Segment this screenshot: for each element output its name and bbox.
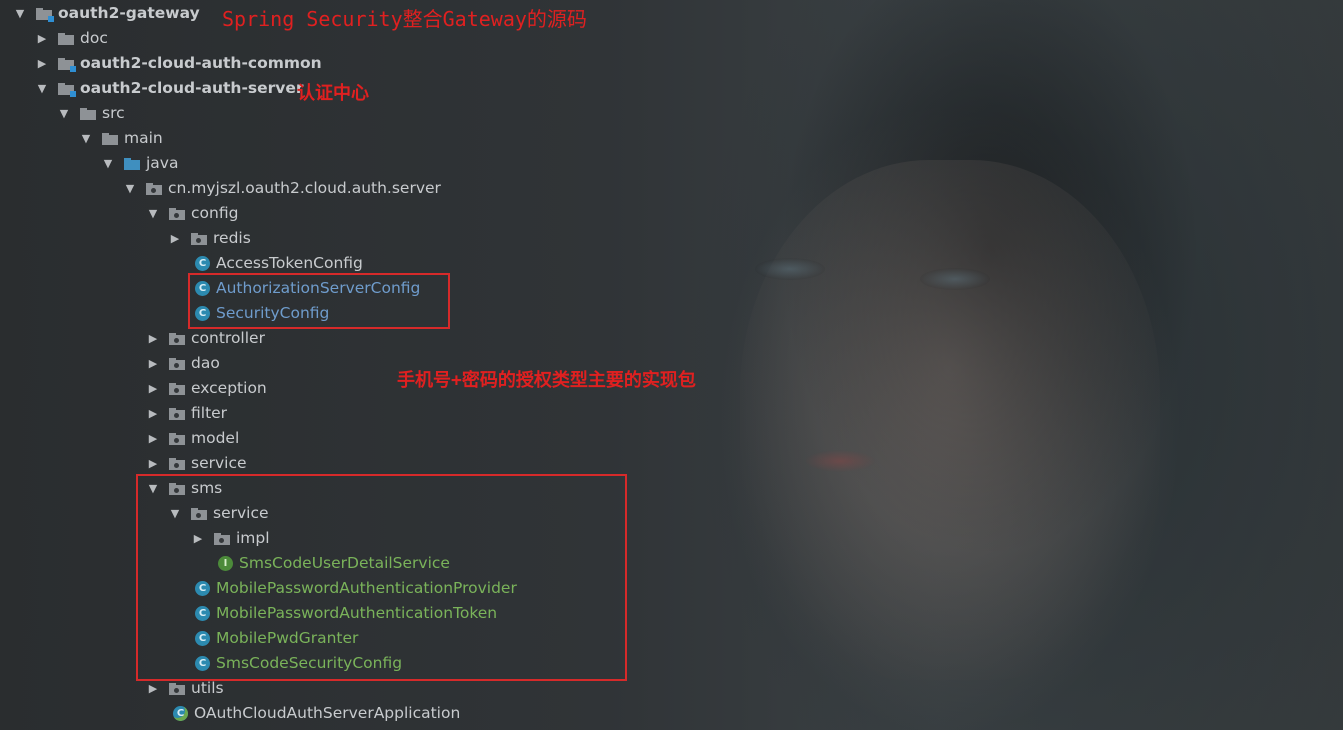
tree-node-auth-common[interactable]: ▶ oauth2-cloud-auth-common: [34, 51, 322, 76]
collapsed-arrow-icon[interactable]: ▶: [145, 451, 161, 476]
tree-node-auth-server[interactable]: ▼ oauth2-cloud-auth-server: [34, 76, 304, 101]
folder-icon: [102, 133, 118, 145]
tree-node-package[interactable]: ▼ cn.myjszl.oauth2.cloud.auth.server: [122, 176, 441, 201]
package-icon: [169, 333, 185, 345]
expanded-arrow-icon[interactable]: ▼: [122, 176, 138, 201]
folder-icon: [58, 33, 74, 45]
tree-node-redis[interactable]: ▶ redis: [167, 226, 251, 251]
tree-node-oauth2-gateway[interactable]: ▼ oauth2-gateway: [12, 1, 200, 26]
collapsed-arrow-icon[interactable]: ▶: [167, 226, 183, 251]
collapsed-arrow-icon[interactable]: ▶: [34, 51, 50, 76]
tree-node-label: oauth2-cloud-auth-common: [80, 54, 322, 72]
tree-node-label: java: [146, 154, 179, 172]
collapsed-arrow-icon[interactable]: ▶: [145, 426, 161, 451]
collapsed-arrow-icon[interactable]: ▶: [145, 401, 161, 426]
tree-node-label: config: [191, 204, 239, 222]
tree-node-filter[interactable]: ▶ filter: [145, 401, 227, 426]
tree-node-application[interactable]: C OAuthCloudAuthServerApplication: [173, 701, 460, 726]
tree-node-label: cn.myjszl.oauth2.cloud.auth.server: [168, 179, 441, 197]
package-icon: [169, 408, 185, 420]
tree-node-label: doc: [80, 29, 108, 47]
annotation-title: Spring Security整合Gateway的源码: [222, 7, 587, 31]
tree-node-dao[interactable]: ▶ dao: [145, 351, 220, 376]
tree-node-exception[interactable]: ▶ exception: [145, 376, 267, 401]
tree-node-label: oauth2-cloud-auth-server: [80, 79, 304, 97]
tree-node-label: dao: [191, 354, 220, 372]
collapsed-arrow-icon[interactable]: ▶: [145, 376, 161, 401]
collapsed-arrow-icon[interactable]: ▶: [145, 326, 161, 351]
tree-node-service[interactable]: ▶ service: [145, 451, 247, 476]
expanded-arrow-icon[interactable]: ▼: [145, 201, 161, 226]
tree-node-label: src: [102, 104, 125, 122]
source-folder-icon: [124, 158, 140, 170]
expanded-arrow-icon[interactable]: ▼: [100, 151, 116, 176]
tree-node-label: controller: [191, 329, 265, 347]
tree-node-label: model: [191, 429, 240, 447]
tree-node-label: redis: [213, 229, 251, 247]
tree-node-java[interactable]: ▼ java: [100, 151, 179, 176]
tree-node-label: OAuthCloudAuthServerApplication: [194, 704, 461, 722]
package-icon: [169, 683, 185, 695]
expanded-arrow-icon[interactable]: ▼: [56, 101, 72, 126]
module-folder-icon: [36, 8, 54, 22]
tree-node-doc[interactable]: ▶ doc: [34, 26, 108, 51]
folder-icon: [80, 108, 96, 120]
highlight-box-config: [188, 273, 450, 329]
package-icon: [191, 233, 207, 245]
package-icon: [169, 208, 185, 220]
spring-boot-app-icon: C: [173, 706, 188, 721]
tree-node-main[interactable]: ▼ main: [78, 126, 163, 151]
module-folder-icon: [58, 83, 76, 97]
highlight-box-sms: [136, 474, 627, 681]
expanded-arrow-icon[interactable]: ▼: [78, 126, 94, 151]
package-icon: [169, 433, 185, 445]
collapsed-arrow-icon[interactable]: ▶: [34, 26, 50, 51]
module-folder-icon: [58, 58, 76, 72]
tree-node-label: filter: [191, 404, 228, 422]
expanded-arrow-icon[interactable]: ▼: [34, 76, 50, 101]
tree-node-model[interactable]: ▶ model: [145, 426, 240, 451]
tree-node-label: exception: [191, 379, 267, 397]
annotation-auth-center: 认证中心: [297, 83, 369, 104]
tree-node-label: service: [191, 454, 247, 472]
package-icon: [169, 383, 185, 395]
tree-node-controller[interactable]: ▶ controller: [145, 326, 265, 351]
collapsed-arrow-icon[interactable]: ▶: [145, 351, 161, 376]
tree-node-src[interactable]: ▼ src: [56, 101, 125, 126]
package-icon: [146, 183, 162, 195]
class-icon: C: [195, 256, 210, 271]
annotation-sms-note: 手机号+密码的授权类型主要的实现包: [397, 370, 696, 391]
tree-node-config[interactable]: ▼ config: [145, 201, 239, 226]
package-icon: [169, 358, 185, 370]
package-icon: [169, 458, 185, 470]
tree-node-label: oauth2-gateway: [58, 4, 200, 22]
tree-node-label: main: [124, 129, 163, 147]
expanded-arrow-icon[interactable]: ▼: [12, 1, 28, 26]
